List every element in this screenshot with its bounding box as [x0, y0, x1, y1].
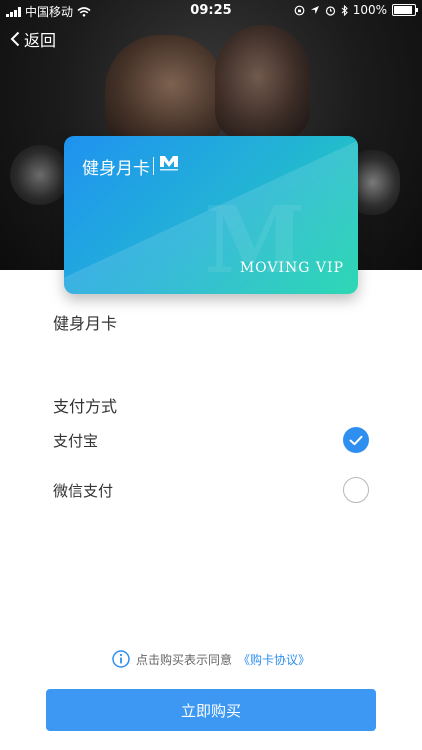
buy-now-button[interactable]: 立即购买: [46, 689, 376, 731]
radio-unselected[interactable]: [343, 477, 369, 503]
moving-logo-icon: [160, 156, 178, 171]
payment-option-label: 支付宝: [53, 431, 99, 450]
location-icon: [310, 6, 319, 14]
payment-option-alipay[interactable]: 支付宝: [53, 425, 369, 455]
payment-section-title: 支付方式: [53, 397, 118, 416]
hero-photo-man: [105, 35, 225, 145]
alarm-icon: [325, 5, 335, 16]
agreement-link[interactable]: 《购卡协议》: [238, 651, 310, 668]
back-label: 返回: [24, 31, 57, 50]
check-icon: [349, 435, 363, 445]
info-icon: [112, 650, 130, 668]
card-brand-text: MOVING VIP: [239, 260, 344, 276]
card-title: 健身月卡: [82, 159, 150, 179]
hero-photo-woman: [215, 25, 310, 140]
rotation-lock-icon: [294, 5, 305, 15]
status-bar: 中国移动 09:25 100%: [0, 0, 422, 22]
battery-percent: 100%: [352, 3, 387, 17]
bluetooth-icon: [341, 4, 348, 16]
card-name: 健身月卡: [53, 314, 118, 333]
battery-icon: [392, 4, 418, 16]
agreement-notice: 点击购买表示同意 《购卡协议》: [0, 650, 422, 668]
payment-option-wechat[interactable]: 微信支付: [53, 475, 369, 505]
radio-selected[interactable]: [343, 427, 369, 453]
dumbbell-left-image: [10, 145, 70, 205]
payment-option-label: 微信支付: [53, 481, 114, 500]
card-divider: [153, 157, 154, 175]
back-button[interactable]: 返回: [10, 28, 56, 50]
agreement-text: 点击购买表示同意: [135, 652, 232, 667]
chevron-left-icon: [10, 31, 20, 47]
membership-card: M 健身月卡 MOVING VIP: [64, 136, 358, 294]
card-watermark-logo: M: [204, 186, 306, 294]
